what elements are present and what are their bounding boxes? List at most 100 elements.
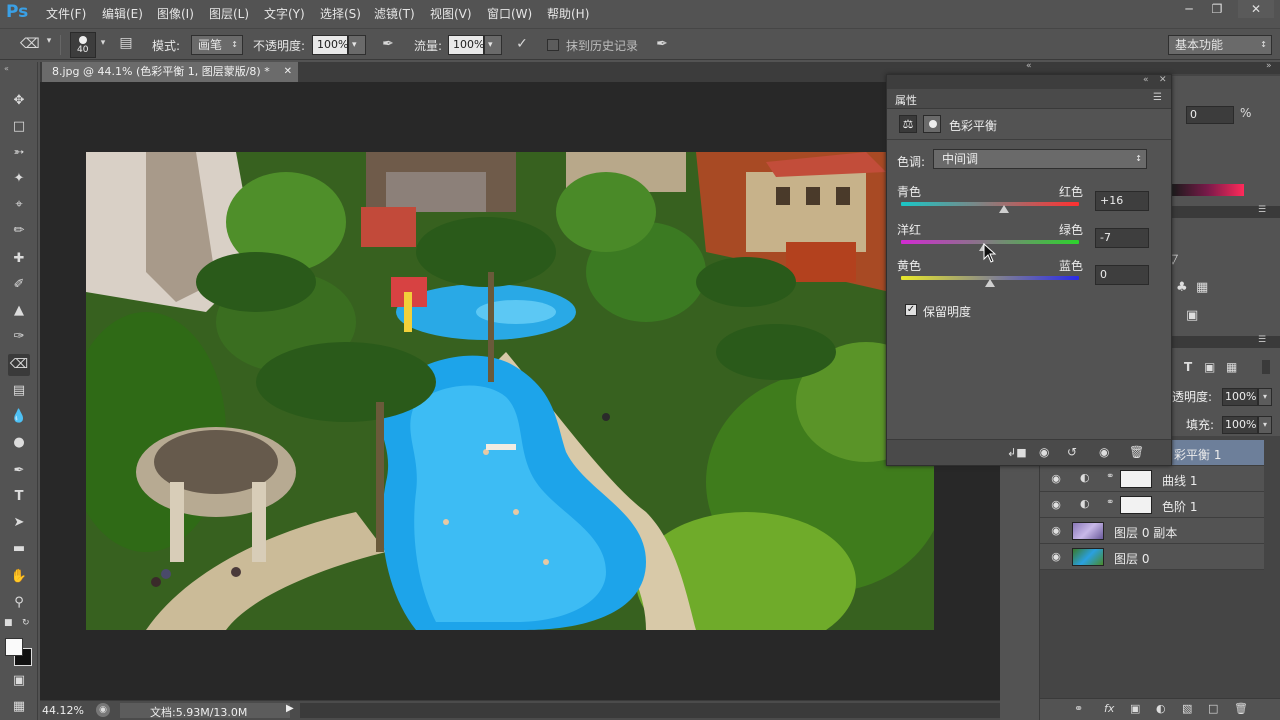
mask-icon[interactable] [923,115,941,133]
filter-toggle[interactable] [1262,360,1270,374]
cyan-red-value[interactable]: +16 [1095,191,1149,211]
new-adjustment-icon[interactable]: ◐ [1156,702,1166,715]
panel-menu-icon[interactable]: ☰ [1258,205,1266,215]
link-layers-icon[interactable]: ⚭ [1074,702,1083,715]
add-mask-icon[interactable]: ▣ [1130,702,1140,715]
shape-tool-icon[interactable]: ▬ [8,538,30,560]
status-options-icon[interactable]: ◉ [96,703,110,717]
close-tab-icon[interactable]: ✕ [284,62,292,82]
minimize-icon[interactable]: ─ [1176,0,1202,18]
layer-row-layer0-copy[interactable]: ◉ 图层 0 副本 [1040,518,1264,544]
menu-layer[interactable]: 图层(L) [209,5,249,22]
healing-brush-tool-icon[interactable]: ✚ [8,248,30,270]
menu-filter[interactable]: 滤镜(T) [374,5,415,22]
canvas-image[interactable] [86,152,934,630]
opacity-input[interactable]: 100% [312,35,348,55]
horizontal-scrollbar[interactable] [300,703,1000,718]
restore-icon[interactable]: ❐ [1204,0,1230,18]
menu-type[interactable]: 文字(Y) [264,5,305,22]
menu-edit[interactable]: 编辑(E) [102,5,143,22]
adjust-lookup-icon[interactable]: ▦ [1196,280,1208,295]
yellow-blue-slider-thumb[interactable] [985,279,995,287]
new-group-icon[interactable]: ▧ [1182,702,1192,715]
eraser-tool-icon[interactable]: ⌫ [8,354,30,376]
brush-chevron-icon[interactable]: ▾ [98,38,108,48]
menu-select[interactable]: 选择(S) [320,5,361,22]
eyedropper-tool-icon[interactable]: ✏ [8,220,30,242]
zoom-level[interactable]: 44.12% [42,704,84,717]
gradient-tool-icon[interactable]: ▤ [8,380,30,402]
crop-tool-icon[interactable]: ⌖ [8,194,30,216]
marquee-tool-icon[interactable]: □ [8,116,30,138]
history-brush-tool-icon[interactable]: ✑ [8,326,30,348]
menu-help[interactable]: 帮助(H) [547,5,589,22]
delete-icon[interactable]: 🗑 [1129,445,1144,459]
opacity-chevron-icon[interactable]: ▾ [1258,388,1272,406]
default-colors-icon[interactable]: ■ [4,618,13,628]
yellow-blue-value[interactable]: 0 [1095,265,1149,285]
airbrush-icon[interactable]: ✓ [512,36,532,52]
layer-fill-input[interactable]: 100% [1222,416,1258,434]
layer-row-levels[interactable]: ◉ ◐ ⚭ 色阶 1 [1040,492,1264,518]
magenta-green-value[interactable]: -7 [1095,228,1149,248]
document-tab[interactable]: 8.jpg @ 44.1% (色彩平衡 1, 图层蒙版/8) * ✕ [42,62,298,82]
view-previous-state-icon[interactable]: ◉ [1039,445,1049,459]
adjust-gradient-map-icon[interactable]: ▣ [1186,308,1198,323]
path-selection-tool-icon[interactable]: ➤ [8,512,30,534]
layer-opacity-input[interactable]: 100% [1222,388,1258,406]
move-tool-icon[interactable]: ✥ [8,90,30,112]
close-panel-icon[interactable]: ✕ [1159,75,1167,85]
reset-icon[interactable]: ↺ [1067,445,1077,459]
filter-smart-object-icon[interactable]: ▦ [1226,360,1237,374]
opacity-chevron-icon[interactable]: ▾ [348,35,366,55]
brush-preset-picker[interactable]: 40 [70,32,96,58]
tool-preset-chevron-icon[interactable]: ▾ [44,36,54,46]
clone-stamp-tool-icon[interactable]: ▲ [8,300,30,322]
color-value-field[interactable]: 0 [1186,106,1234,124]
quick-mask-icon[interactable]: ▣ [8,670,30,692]
tone-select[interactable]: 中间调 ↕ [933,149,1147,169]
layer-mask-thumbnail[interactable] [1120,470,1152,488]
layer-thumbnail[interactable] [1072,548,1104,566]
swap-colors-icon[interactable]: ↻ [22,618,30,628]
blur-tool-icon[interactable]: 💧 [8,406,30,428]
chain-link-icon[interactable]: ⚭ [1106,497,1114,508]
brush-panel-toggle-icon[interactable]: ▤ [116,35,136,55]
layer-row-layer0[interactable]: ◉ 图层 0 [1040,544,1264,570]
visibility-eye-icon[interactable]: ◉ [1048,497,1064,513]
zoom-tool-icon[interactable]: ⚲ [8,592,30,614]
workspace-select[interactable]: 基本功能 ↕ [1168,35,1272,55]
flow-input[interactable]: 100% [448,35,484,55]
dodge-tool-icon[interactable]: ● [8,432,30,454]
hand-tool-icon[interactable]: ✋ [8,566,30,588]
pressure-size-icon[interactable]: ✒ [652,36,672,52]
layer-style-icon[interactable]: fx [1104,702,1114,715]
new-layer-icon[interactable]: □ [1208,702,1218,715]
pressure-opacity-icon[interactable]: ✒ [378,36,398,52]
delete-layer-icon[interactable]: 🗑 [1234,702,1248,715]
menu-window[interactable]: 窗口(W) [487,5,532,22]
visibility-eye-icon[interactable]: ◉ [1048,523,1064,539]
layer-mask-thumbnail[interactable] [1120,496,1152,514]
type-tool-icon[interactable]: T [8,486,30,508]
magic-wand-tool-icon[interactable]: ✦ [8,168,30,190]
expand-icon[interactable]: » [1266,61,1272,71]
collapse-icon[interactable]: « [1026,61,1032,71]
visibility-eye-icon[interactable]: ◉ [1048,549,1064,565]
foreground-color-swatch[interactable] [5,638,23,656]
panel-menu-icon[interactable]: ☰ [1153,92,1162,103]
collapse-icon[interactable]: « [4,64,9,73]
properties-tab[interactable]: 属性 [895,92,917,108]
eraser-tool-icon[interactable]: ⌫ [20,36,40,54]
flow-chevron-icon[interactable]: ▾ [484,35,502,55]
status-expand-icon[interactable]: ▶ [286,703,294,714]
filter-shape-icon[interactable]: ▣ [1204,360,1215,374]
color-ramp[interactable] [1172,184,1244,196]
layer-thumbnail[interactable] [1072,522,1104,540]
screen-mode-icon[interactable]: ▦ [8,696,30,718]
chain-link-icon[interactable]: ⚭ [1106,471,1114,482]
adjust-channel-mixer-icon[interactable]: ♣ [1176,280,1188,295]
mode-select[interactable]: 画笔 ↕ [191,35,243,55]
cyan-red-slider-track[interactable] [901,202,1079,206]
clip-to-layer-icon[interactable]: ↲■ [1007,446,1027,459]
